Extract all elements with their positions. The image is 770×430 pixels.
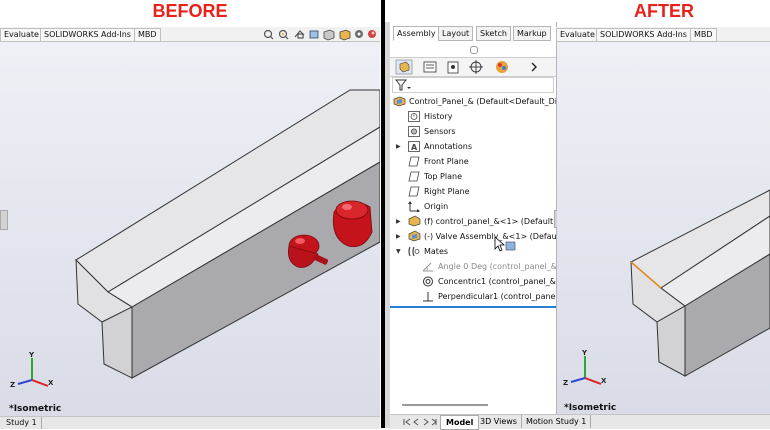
tab-mbd[interactable]: MBD — [690, 28, 717, 42]
collapse-arrow-icon[interactable]: ▼ — [396, 244, 401, 259]
before-status-bar: Study 1 — [0, 416, 380, 429]
expand-arrow-icon[interactable]: ▶ — [396, 139, 401, 154]
tab-markup[interactable]: Markup — [513, 26, 551, 41]
before-triad: Y X Z — [10, 351, 54, 389]
history-icon — [408, 111, 420, 122]
display-style-icon[interactable] — [339, 29, 351, 41]
assembly-icon — [393, 96, 406, 107]
plane-icon — [408, 156, 420, 167]
before-view-label: *Isometric — [9, 404, 62, 414]
collapse-handle[interactable] — [470, 46, 478, 54]
angle-mate-icon — [422, 262, 433, 272]
plane-icon — [408, 186, 420, 197]
tree-item-valve-assembly[interactable]: ▶ (-) Valve Assembly_&<1> (Default<I — [396, 229, 556, 244]
before-command-tabs: Evaluate SOLIDWORKS Add-Ins MBD — [0, 27, 380, 42]
part-icon — [408, 215, 421, 227]
after-view-label: *Isometric — [564, 403, 617, 413]
view-orientation-icon[interactable] — [323, 29, 335, 41]
tree-item-top-plane[interactable]: Top Plane — [408, 169, 556, 184]
tree-root[interactable]: Control_Panel_& (Default<Default_Displ — [393, 94, 556, 109]
subassembly-icon — [408, 230, 421, 242]
tab-solidworks-addins[interactable]: SOLIDWORKS Add-Ins — [596, 28, 691, 42]
tree-item-annotations[interactable]: ▶ A Annotations — [396, 139, 556, 154]
tab-motion-study[interactable]: Motion Study 1 — [522, 415, 592, 428]
tree-item-mates[interactable]: ▼ Mates — [396, 244, 556, 259]
panel-icon-bar — [390, 57, 556, 77]
triad-z-label: Z — [10, 381, 15, 389]
filter-icon[interactable] — [395, 79, 411, 91]
scene-icon[interactable] — [368, 30, 376, 38]
plane-icon — [408, 171, 420, 182]
displaymanager-icon[interactable] — [496, 61, 508, 73]
left-handle[interactable] — [0, 210, 8, 230]
horizontal-scrollbar[interactable] — [396, 403, 552, 407]
more-panels-icon[interactable] — [531, 62, 537, 72]
before-heading: BEFORE — [0, 0, 380, 22]
tab-nav-arrows[interactable] — [402, 417, 438, 427]
status-tab-study[interactable]: Study 1 — [2, 417, 42, 429]
knob-2[interactable] — [332, 200, 373, 248]
tab-evaluate[interactable]: Evaluate — [556, 28, 599, 42]
after-graphics-area[interactable]: Y X Z *Isometric — [557, 42, 770, 414]
featuremanager-icon[interactable] — [395, 59, 413, 75]
triad-x-label: X — [601, 377, 607, 385]
svg-text:A: A — [411, 143, 418, 152]
tree-item-perpendicular-mate[interactable]: Perpendicular1 (control_panel_& — [422, 289, 556, 304]
sensors-icon — [408, 126, 420, 137]
tab-layout[interactable]: Layout — [438, 26, 474, 41]
rollback-bar[interactable] — [390, 306, 556, 308]
tree-item-front-plane[interactable]: Front Plane — [408, 154, 556, 169]
cursor-icon — [494, 236, 516, 252]
tab-mbd[interactable]: MBD — [134, 28, 161, 42]
tree-item-angle-mate[interactable]: Angle 0 Deg (control_panel_&< — [422, 259, 556, 274]
before-graphics-area[interactable]: Y X Z *Isometric — [0, 42, 380, 416]
section-view-icon[interactable] — [309, 30, 319, 39]
after-triad: Y X Z — [563, 349, 607, 387]
after-command-tabs: Evaluate SOLIDWORKS Add-Ins MBD — [556, 27, 770, 42]
expand-arrow-icon[interactable]: ▶ — [396, 229, 401, 244]
after-heading: AFTER — [558, 0, 770, 22]
previous-view-icon[interactable] — [294, 30, 305, 39]
zoom-area-icon[interactable] — [278, 29, 289, 40]
triad-y-label: Y — [28, 351, 35, 359]
triad-y-label: Y — [581, 349, 588, 357]
concentric-mate-icon — [423, 276, 433, 287]
expand-arrow-icon[interactable]: ▶ — [396, 214, 401, 229]
tab-assembly[interactable]: Assembly — [393, 26, 440, 41]
heads-up-toolbar[interactable] — [262, 28, 380, 41]
triad-z-label: Z — [563, 379, 568, 387]
filter-box[interactable] — [392, 77, 554, 93]
tree-item-origin[interactable]: Origin — [408, 199, 556, 214]
tab-3d-views[interactable]: 3D Views — [476, 415, 522, 428]
zoom-fit-icon[interactable] — [263, 29, 274, 40]
mates-icon — [408, 246, 420, 257]
configurationmanager-icon[interactable] — [447, 61, 459, 74]
dimxpert-icon[interactable] — [469, 60, 483, 74]
annotations-icon: A — [408, 141, 420, 152]
tree-item-concentric-mate[interactable]: Concentric1 (control_panel_&< — [422, 274, 556, 289]
tab-sketch[interactable]: Sketch — [476, 26, 511, 41]
model-tabs-bar: Model 3D Views Motion Study 1 — [390, 414, 770, 430]
tree-item-control-panel[interactable]: ▶ (f) control_panel_&<1> (Default<<D — [396, 214, 556, 229]
tree-item-sensors[interactable]: Sensors — [408, 124, 556, 139]
feature-manager-panel: Assembly Layout Sketch Markup Control_Pa… — [390, 22, 557, 418]
perpendicular-mate-icon — [423, 292, 433, 302]
triad-x-label: X — [48, 379, 54, 387]
tree-item-history[interactable]: History — [408, 109, 556, 124]
propertymanager-icon[interactable] — [423, 61, 437, 73]
tab-solidworks-addins[interactable]: SOLIDWORKS Add-Ins — [40, 28, 135, 42]
tree-item-right-plane[interactable]: Right Plane — [408, 184, 556, 199]
origin-icon — [408, 201, 420, 212]
hide-show-icon[interactable] — [355, 30, 363, 38]
tab-evaluate[interactable]: Evaluate — [0, 28, 43, 42]
